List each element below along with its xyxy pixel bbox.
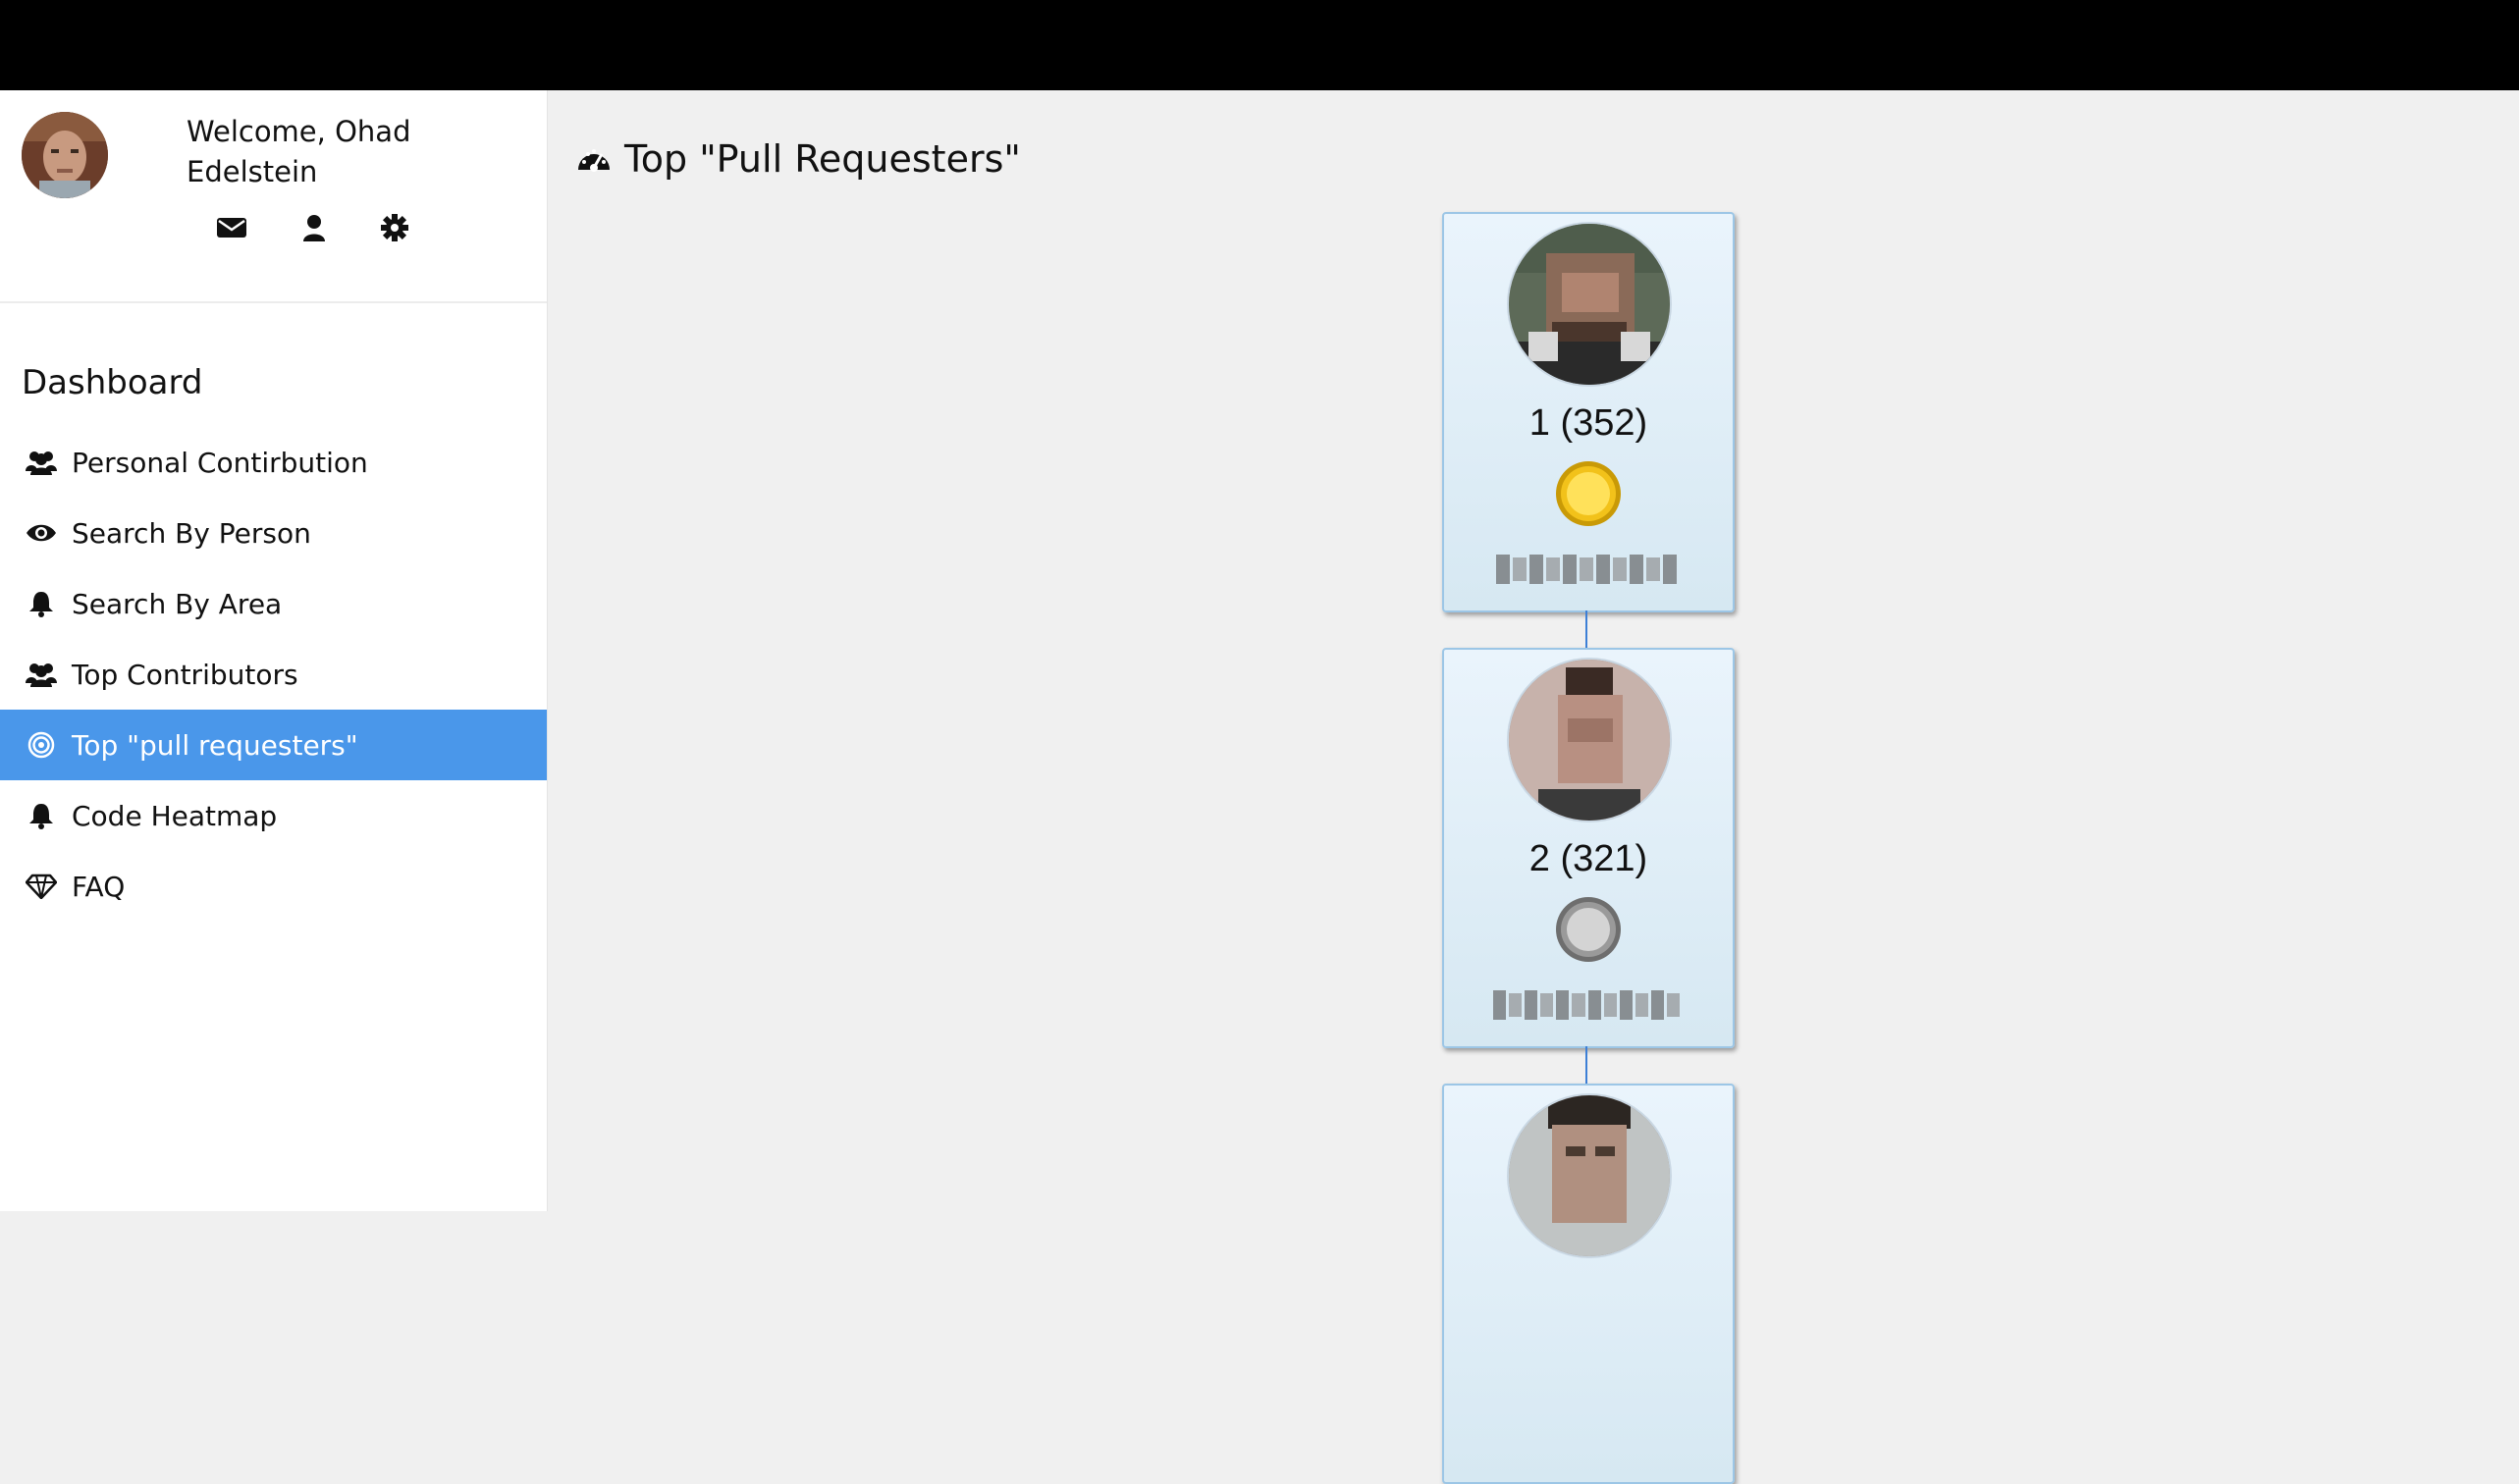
menu-title: Dashboard <box>22 363 203 402</box>
sidebar-item-search-by-area[interactable]: Search By Area <box>0 568 547 639</box>
sidebar-item-top-pull-requesters[interactable]: Top "pull requesters" <box>0 710 547 780</box>
blurred-user-name <box>1493 987 1680 1023</box>
blurred-user-name <box>1493 552 1680 587</box>
envelope-icon[interactable] <box>212 208 251 247</box>
leaderboard-card-3[interactable] <box>1442 1084 1735 1484</box>
target-icon <box>22 731 61 759</box>
bell-icon <box>22 590 61 617</box>
page-title-text: Top "Pull Requesters" <box>624 137 1021 181</box>
welcome-prefix: Welcome, <box>187 115 326 148</box>
users-icon <box>22 662 61 687</box>
avatar[interactable] <box>22 112 108 198</box>
top-bar <box>0 0 2519 90</box>
sidebar-item-top-contributors[interactable]: Top Contributors <box>0 639 547 710</box>
profile-panel: Welcome, Ohad Edelstein <box>0 90 547 303</box>
sidebar-item-faq[interactable]: FAQ <box>0 851 547 922</box>
user-photo <box>1507 222 1672 387</box>
diamond-icon <box>22 874 61 899</box>
dashboard-icon <box>575 142 613 176</box>
users-icon <box>22 450 61 475</box>
sidebar-item-label: Search By Area <box>72 587 283 620</box>
welcome-text: Welcome, Ohad Edelstein <box>187 112 510 192</box>
leaderboard-card-1[interactable]: 1 (352) <box>1442 212 1735 612</box>
sidebar-item-label: Search By Person <box>72 516 311 550</box>
sidebar-item-label: FAQ <box>72 870 126 903</box>
sidebar-item-personal-contribution[interactable]: Personal Contirbution <box>0 427 547 498</box>
sidebar-item-label: Top "pull requesters" <box>72 728 358 762</box>
gear-icon[interactable] <box>375 208 414 247</box>
rank-text: 2 (321) <box>1528 838 1648 879</box>
sidebar-item-label: Code Heatmap <box>72 799 278 832</box>
tree-connector <box>1585 1046 1587 1084</box>
sidebar-nav: Personal Contirbution Search By Person S… <box>0 427 547 922</box>
user-icon[interactable] <box>295 208 334 247</box>
user-photo <box>1507 1093 1672 1258</box>
page-title: Top "Pull Requesters" <box>575 137 1021 181</box>
bell-icon <box>22 802 61 829</box>
rank-text: 1 (352) <box>1528 402 1648 444</box>
tree-connector <box>1585 610 1587 648</box>
sidebar-item-code-heatmap[interactable]: Code Heatmap <box>0 780 547 851</box>
leaderboard-card-2[interactable]: 2 (321) <box>1442 648 1735 1048</box>
gold-medal-icon <box>1554 459 1623 528</box>
sidebar-item-label: Top Contributors <box>72 658 298 691</box>
sidebar-item-search-by-person[interactable]: Search By Person <box>0 498 547 568</box>
sidebar: Welcome, Ohad Edelstein Dashboard Person… <box>0 90 548 1211</box>
silver-medal-icon <box>1554 895 1623 964</box>
sidebar-item-label: Personal Contirbution <box>72 446 368 479</box>
eye-icon <box>22 522 61 544</box>
user-photo <box>1507 658 1672 822</box>
